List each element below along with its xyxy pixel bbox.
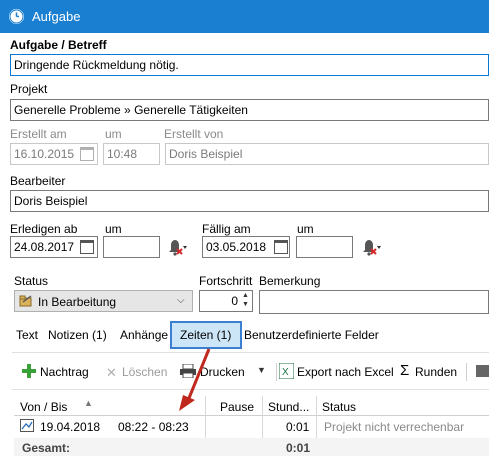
bearbeiter-label: Bearbeiter	[10, 174, 66, 188]
clock-icon	[9, 9, 24, 24]
bemerkung-field[interactable]	[259, 290, 489, 314]
title-bar: Aufgabe	[0, 0, 489, 33]
calendar-icon	[80, 147, 94, 161]
svg-text:X: X	[282, 367, 289, 378]
tab-anhaenge[interactable]: Anhänge	[120, 328, 168, 342]
grid-header: Von / Bis ▲ Pause Stund... Status	[14, 396, 489, 416]
fortschritt-label: Fortschritt	[199, 274, 253, 288]
status-value: In Bearbeitung	[38, 295, 117, 309]
total-label: Gesamt:	[22, 441, 71, 455]
betreff-input[interactable]: Dringende Rückmeldung nötig.	[10, 54, 489, 76]
add-icon	[22, 364, 36, 378]
erledigen-um-field[interactable]	[103, 236, 160, 258]
status-icon	[19, 295, 33, 308]
col-status[interactable]: Status	[322, 400, 356, 414]
col-pause[interactable]: Pause	[220, 400, 254, 414]
chevron-down-icon: ⌵	[177, 295, 185, 306]
erledigen-um-label: um	[105, 222, 122, 236]
erledigen-ab-label: Erledigen ab	[10, 222, 78, 236]
row-status: Projekt nicht verrechenbar	[324, 420, 465, 434]
toolbar-divider	[276, 363, 277, 381]
reminder-bell-icon[interactable]	[164, 236, 188, 258]
runden-button[interactable]: Runden	[415, 365, 457, 379]
calendar-icon[interactable]	[80, 240, 94, 254]
window-title: Aufgabe	[32, 9, 81, 24]
tab-benutzerdefinierte-felder[interactable]: Benutzerdefinierte Felder	[244, 328, 379, 342]
tab-notizen[interactable]: Notizen (1)	[48, 328, 107, 342]
dropdown-arrow-icon[interactable]: ▼	[257, 365, 266, 375]
erstellt-von-field: Doris Beispiel	[165, 143, 489, 165]
annotation-arrow-icon	[179, 348, 211, 411]
row-date: 19.04.2018	[40, 420, 101, 434]
faellig-um-label: um	[297, 222, 314, 236]
total-row: Gesamt: 0:01	[14, 438, 489, 456]
folder-icon[interactable]	[476, 365, 489, 377]
col-von-bis[interactable]: Von / Bis	[20, 400, 67, 414]
row-stunden: 0:01	[286, 420, 310, 434]
faellig-am-label: Fällig am	[202, 222, 251, 236]
bemerkung-label: Bemerkung	[259, 274, 321, 288]
erstellt-von-label: Erstellt von	[164, 127, 224, 141]
tab-bar: Text Notizen (1) Anhänge Zeiten (1) Benu…	[12, 321, 489, 352]
loeschen-button[interactable]: Löschen	[122, 365, 167, 379]
erstellt-um-field: 10:48	[103, 143, 160, 165]
toolbar: Nachtrag ✕ Löschen Drucken ▼ X Export na…	[12, 352, 489, 390]
excel-icon: X	[278, 362, 295, 380]
projekt-label: Projekt	[10, 82, 48, 96]
nachtrag-button[interactable]: Nachtrag	[40, 365, 89, 379]
sort-up-icon: ▲	[84, 398, 93, 408]
table-row[interactable]: 19.04.2018 08:22 - 08:23 0:01 Projekt ni…	[14, 416, 489, 436]
delete-icon: ✕	[106, 365, 117, 380]
faellig-um-field[interactable]	[296, 236, 353, 258]
stepper-arrows-icon[interactable]: ▲ ▼	[242, 291, 252, 311]
col-stunden[interactable]: Stund...	[268, 400, 309, 414]
tab-text[interactable]: Text	[16, 328, 38, 342]
bearbeiter-field[interactable]: Doris Beispiel	[10, 190, 489, 212]
status-dropdown[interactable]: In Bearbeitung ⌵	[14, 290, 193, 312]
total-stunden: 0:01	[286, 441, 311, 455]
row-time: 08:22 - 08:23	[118, 420, 189, 434]
toolbar-divider	[466, 363, 467, 381]
status-label: Status	[14, 274, 49, 288]
sigma-icon: Σ	[400, 362, 410, 379]
export-excel-button[interactable]: Export nach Excel	[297, 365, 394, 379]
reminder-bell-icon[interactable]	[358, 236, 382, 258]
erstellt-um-label: um	[105, 127, 122, 141]
betreff-label: Aufgabe / Betreff	[10, 38, 107, 52]
erstellt-am-label: Erstellt am	[10, 127, 67, 141]
projekt-field[interactable]: Generelle Probleme » Generelle Tätigkeit…	[10, 99, 489, 121]
tab-zeiten-label: Zeiten (1)	[180, 328, 232, 342]
time-entry-icon	[20, 419, 34, 432]
calendar-icon[interactable]	[274, 240, 288, 254]
